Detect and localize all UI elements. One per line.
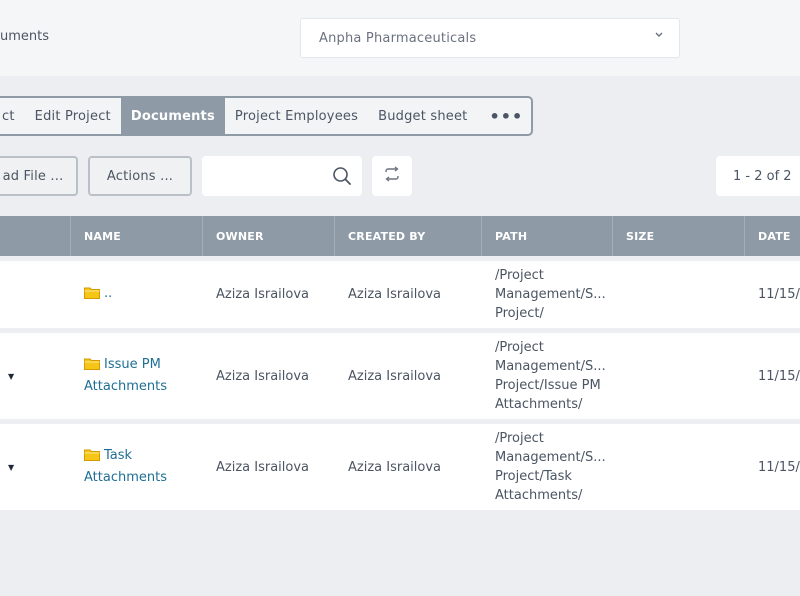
name-cell: Issue PM Attachments bbox=[84, 333, 202, 419]
owner-cell: Aziza Israilova bbox=[216, 368, 310, 384]
caret-down-icon[interactable]: ▼ bbox=[8, 463, 14, 472]
owner-cell: Aziza Israilova bbox=[216, 287, 310, 302]
tab-documents[interactable]: Documents bbox=[120, 98, 225, 134]
top-bar: uments Anpha Pharmaceuticals bbox=[0, 0, 800, 76]
path-cell: /Project Management/S... Project/Task At… bbox=[495, 424, 606, 510]
column-header-size[interactable]: SIZE bbox=[612, 216, 745, 256]
column-header-name[interactable]: NAME bbox=[70, 216, 203, 256]
column-header-path[interactable]: PATH bbox=[481, 216, 613, 256]
date-cell: 11/15/20 bbox=[758, 368, 800, 384]
column-header-owner[interactable]: OWNER bbox=[202, 216, 335, 256]
search-icon[interactable] bbox=[332, 166, 352, 190]
path-text: /Project Management/S... Project/ bbox=[495, 268, 606, 321]
column-header-date[interactable]: DATE bbox=[744, 216, 800, 256]
caret-down-icon[interactable]: ▼ bbox=[8, 372, 14, 381]
tab-more[interactable]: ••• bbox=[477, 98, 531, 134]
path-text: /Project Management/S... Project/Issue P… bbox=[495, 340, 606, 412]
tab-bar: ct Edit Project Documents Project Employ… bbox=[0, 96, 533, 136]
folder-icon bbox=[84, 286, 100, 306]
created-by-cell: Aziza Israilova bbox=[348, 368, 442, 384]
swap-button[interactable] bbox=[372, 156, 412, 196]
pagination-info: 1 - 2 of 2 bbox=[716, 156, 800, 196]
search-box bbox=[202, 156, 362, 196]
folder-icon bbox=[84, 357, 100, 377]
path-cell: /Project Management/S... Project/ bbox=[495, 261, 606, 328]
table-header: NAME OWNER CREATED BY PATH SIZE DATE bbox=[0, 216, 800, 256]
tab-project-employees[interactable]: Project Employees bbox=[225, 98, 368, 134]
column-header-created-by[interactable]: CREATED BY bbox=[334, 216, 482, 256]
chevron-down-icon bbox=[655, 30, 663, 41]
path-cell: /Project Management/S... Project/Issue P… bbox=[495, 333, 606, 419]
actions-button[interactable]: Actions ... bbox=[88, 156, 192, 196]
row-menu-cell: ▼ bbox=[0, 333, 20, 419]
table-row[interactable]: .. Aziza Israilova Aziza Israilova /Proj… bbox=[0, 261, 800, 328]
swap-icon bbox=[383, 166, 401, 186]
folder-icon bbox=[84, 448, 100, 468]
created-by-cell: Aziza Israilova bbox=[348, 459, 442, 475]
tab-edit-project[interactable]: Edit Project bbox=[25, 98, 121, 134]
row-menu-cell: ▼ bbox=[0, 424, 20, 510]
tab-project[interactable]: ct bbox=[0, 98, 25, 134]
created-by-cell: Aziza Israilova bbox=[348, 287, 442, 302]
path-text: /Project Management/S... Project/Task At… bbox=[495, 431, 606, 503]
name-cell: .. bbox=[84, 261, 202, 328]
owner-cell: Aziza Israilova bbox=[216, 459, 310, 475]
company-select[interactable]: Anpha Pharmaceuticals bbox=[300, 18, 680, 58]
date-cell: 11/15/20 bbox=[758, 287, 800, 302]
tab-budget-sheet[interactable]: Budget sheet bbox=[368, 98, 477, 134]
upload-file-button[interactable]: ad File ... bbox=[0, 156, 78, 196]
table-row[interactable]: ▼ Issue PM Attachments Aziza Israilova A… bbox=[0, 333, 800, 419]
name-cell: Task Attachments bbox=[84, 424, 202, 510]
company-select-value: Anpha Pharmaceuticals bbox=[319, 30, 477, 46]
table-row[interactable]: ▼ Task Attachments Aziza Israilova Aziza… bbox=[0, 424, 800, 510]
breadcrumb[interactable]: uments bbox=[0, 29, 49, 44]
search-input[interactable] bbox=[212, 156, 332, 194]
date-cell: 11/15/20 bbox=[758, 459, 800, 475]
folder-link[interactable]: .. bbox=[104, 286, 112, 301]
